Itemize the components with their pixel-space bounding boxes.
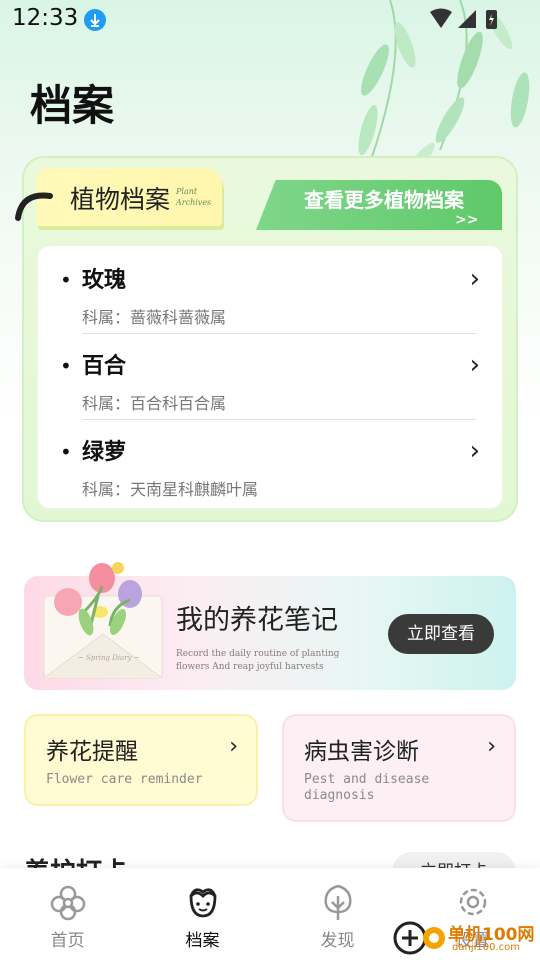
flower-care-reminder-card[interactable]: 养花提醒 Flower care reminder › [24, 714, 258, 806]
more-archives-arrow[interactable]: >> [455, 212, 478, 228]
envelope-caption: ~ Spring Diary ~ [78, 654, 140, 662]
bullet: • [60, 440, 72, 464]
flower-envelope-illustration: ~ Spring Diary ~ [43, 562, 163, 679]
flower-notes-title: 我的养花笔记 [176, 605, 338, 636]
nav-label: 首页 [50, 931, 85, 951]
signal-icon [458, 10, 476, 28]
feature-title: 病虫害诊断 [304, 739, 419, 765]
settings-gear-icon [459, 888, 486, 916]
plant-item-lily[interactable]: • 百合 科属：百合科百合属 › [38, 334, 506, 420]
status-time: 12:33 [12, 5, 79, 31]
chevron-right-icon: › [229, 734, 238, 759]
plant-family: 科属：百合科百合属 [82, 394, 227, 413]
discover-tree-icon [324, 884, 351, 920]
wifi-icon [430, 8, 452, 28]
plant-archive-list: • 玫瑰 科属：蔷薇科蔷薇属 › • 百合 科属：百合科百合属 › • 绿萝 科… [36, 244, 504, 510]
nav-archive[interactable]: 档案 [135, 868, 270, 960]
nav-label: 发现 [320, 931, 355, 951]
view-now-button[interactable]: 立即查看 [388, 614, 494, 654]
watermark-url: danji100.com [452, 942, 520, 953]
chevron-right-icon: › [487, 734, 496, 759]
plant-name: 玫瑰 [82, 268, 127, 293]
plant-family: 科属：蔷薇科蔷薇属 [82, 308, 227, 327]
download-icon [84, 9, 106, 31]
chevron-right-icon: › [469, 350, 480, 380]
feature-title: 养花提醒 [46, 739, 138, 765]
plant-archive-title-en: Plant Archives [176, 187, 212, 207]
plant-item-pothos[interactable]: • 绿萝 科属：天南星科麒麟叶属 › [38, 420, 506, 506]
nav-discover[interactable]: 发现 [270, 868, 405, 960]
page-title: 档案 [30, 81, 115, 130]
chevron-right-icon: › [469, 436, 480, 466]
plant-archive-title: 植物档案 [70, 185, 171, 214]
nav-label: 档案 [185, 931, 220, 951]
more-archives-link[interactable]: 查看更多植物档案 [304, 184, 464, 213]
plant-name: 百合 [82, 354, 127, 379]
plant-item-rose[interactable]: • 玫瑰 科属：蔷薇科蔷薇属 › [38, 248, 506, 334]
flower-notes-subtitle: Record the daily routine of planting flo… [176, 649, 340, 672]
pest-disease-diagnosis-card[interactable]: 病虫害诊断 Pest and disease diagnosis › [282, 714, 516, 822]
feature-subtitle: Flower care reminder [46, 772, 203, 787]
hook-decoration-icon [15, 192, 53, 221]
home-flower-icon [50, 885, 85, 921]
status-bar: 12:33 [0, 0, 540, 38]
bullet: • [60, 354, 72, 378]
feature-subtitle: Pest and disease diagnosis [304, 772, 430, 803]
chevron-right-icon: › [469, 264, 480, 294]
plant-family: 科属：天南星科麒麟叶属 [82, 480, 259, 499]
archive-plant-icon [189, 888, 216, 918]
bullet: • [60, 268, 72, 292]
nav-home[interactable]: 首页 [0, 868, 135, 960]
plant-name: 绿萝 [82, 440, 127, 465]
status-icons [430, 8, 497, 29]
